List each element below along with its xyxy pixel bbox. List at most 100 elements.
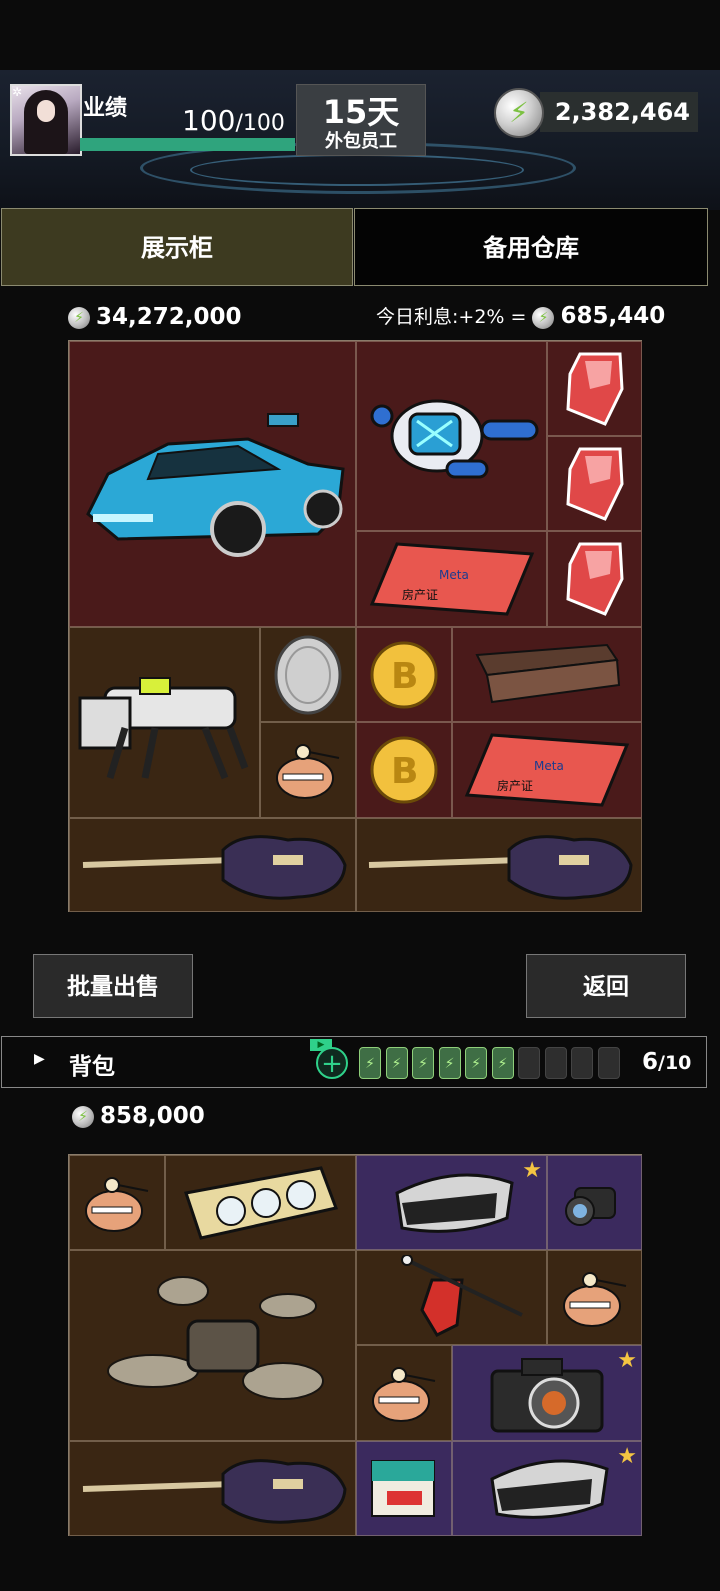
camera-icon	[490, 1357, 604, 1432]
grid-item-bitcoin[interactable]: B	[356, 722, 452, 818]
mascot-icon	[276, 744, 340, 799]
gpu-icon	[183, 1165, 338, 1240]
grid-item-meta-deed[interactable]: Meta 房产证	[452, 722, 642, 818]
drone-icon	[106, 1275, 324, 1400]
grid-item-camera[interactable]: ★	[452, 1345, 642, 1441]
grid-item-mascot[interactable]	[356, 1345, 452, 1441]
battery-filled-icon: ⚡	[385, 1047, 408, 1079]
star-icon: ★	[617, 1348, 637, 1373]
showcase-total-amount: 34,272,000	[96, 304, 242, 330]
performance-label: 业绩	[83, 96, 128, 121]
energy-coin-icon: ⚡	[494, 88, 544, 138]
daily-interest: 今日利息:+2% = ⚡ 685,440	[376, 302, 665, 329]
svg-text:B: B	[391, 656, 418, 697]
crystal-icon	[565, 352, 624, 426]
deed-icon: Meta 房产证	[464, 733, 630, 807]
interest-label: 今日利息:+2% =	[376, 306, 527, 328]
interest-amount: 685,440	[560, 303, 666, 329]
deed-label: 房产证	[402, 587, 438, 602]
crystal-icon	[565, 447, 624, 521]
star-icon: ★	[522, 1158, 542, 1183]
role-label: 外包员工	[325, 131, 397, 152]
back-button[interactable]: 返回	[526, 954, 686, 1018]
scope-icon	[564, 1186, 616, 1226]
vr-icon	[394, 1173, 514, 1233]
bitcoin-icon: B	[370, 736, 438, 804]
grid-item-vr-headset[interactable]: ★	[452, 1441, 642, 1536]
grid-item-gold-bar[interactable]	[452, 627, 642, 722]
mascot-icon	[562, 1271, 626, 1327]
battery-filled-icon: ⚡	[359, 1047, 381, 1079]
showcase-grid: Meta 房产证 B B Meta 房产证	[68, 340, 642, 912]
backpack-capacity: 6/10	[642, 1049, 691, 1075]
grid-item-guitar[interactable]	[356, 818, 642, 912]
battery-filled-icon: ⚡	[412, 1047, 434, 1079]
guitar-icon	[368, 835, 633, 900]
tab-storage[interactable]: 备用仓库	[354, 208, 708, 286]
tool-icon	[400, 1255, 523, 1337]
grid-item-drone[interactable]	[69, 1250, 356, 1441]
energy-coin-icon: ⚡	[68, 306, 90, 329]
grid-item-red-tool[interactable]	[356, 1250, 547, 1345]
guitar-icon	[82, 835, 347, 900]
robot-dog-icon	[78, 676, 248, 779]
tab-showcase[interactable]: 展示柜	[1, 208, 353, 286]
grid-item-meta-deed[interactable]: Meta 房产证	[356, 531, 547, 627]
grid-item-mascot[interactable]	[69, 1155, 165, 1250]
svg-text:B: B	[391, 751, 418, 792]
battery-empty-icon	[518, 1047, 540, 1079]
grid-item-silver-coin[interactable]	[260, 627, 356, 722]
capacity-max: /10	[658, 1052, 692, 1074]
car-icon	[85, 413, 345, 557]
grid-item-mascot[interactable]	[547, 1250, 642, 1345]
grid-item-graphics-card[interactable]	[165, 1155, 356, 1250]
backpack-title: 背包	[69, 1054, 115, 1080]
battery-filled-icon: ⚡	[491, 1047, 514, 1079]
bitcoin-icon: B	[370, 641, 438, 708]
energy-coin-icon: ⚡	[72, 1105, 94, 1128]
battery-filled-icon: ⚡	[465, 1047, 487, 1079]
grid-item-guitar[interactable]	[69, 1441, 356, 1536]
grid-item-red-crystal[interactable]	[547, 341, 642, 436]
battery-filled-icon: ⚡	[438, 1047, 461, 1079]
expand-arrow-icon[interactable]: ▶	[34, 1051, 45, 1067]
performance-value: 100/100	[182, 104, 285, 137]
deed-label: 房产证	[497, 778, 533, 793]
deed-icon: Meta 房产证	[369, 542, 534, 616]
capacity-used: 6	[642, 1049, 659, 1075]
coin-icon	[274, 635, 342, 714]
grid-item-bitcoin[interactable]: B	[356, 627, 452, 722]
grid-item-postcard[interactable]	[356, 1441, 452, 1536]
grid-item-sports-car[interactable]	[69, 341, 356, 627]
currency-display: 2,382,464	[540, 92, 698, 132]
day-panel: 15天 外包员工	[296, 84, 426, 156]
grid-item-vr-headset[interactable]: ★	[356, 1155, 547, 1250]
grid-item-guitar[interactable]	[69, 818, 356, 912]
grid-item-red-crystal[interactable]	[547, 531, 642, 627]
energy-coin-icon: ⚡	[532, 306, 555, 329]
postcard-icon	[370, 1460, 435, 1517]
performance-bar-fill	[80, 138, 295, 151]
mascot-icon	[85, 1176, 149, 1232]
add-capacity-button[interactable]: +	[316, 1047, 348, 1079]
battery-empty-icon	[597, 1047, 620, 1079]
bulk-sell-button[interactable]: 批量出售	[33, 954, 193, 1018]
showcase-total-value: ⚡ 34,272,000	[68, 304, 242, 330]
backpack-grid: ★ ★ ★	[68, 1154, 642, 1536]
backpack-total-value: ⚡ 858,000	[72, 1103, 205, 1129]
guitar-icon	[82, 1458, 347, 1524]
grid-item-red-crystal[interactable]	[547, 436, 642, 531]
gear-icon[interactable]: ✲	[12, 85, 22, 99]
grid-item-robot-dog[interactable]	[69, 627, 260, 818]
performance-current: 100	[182, 104, 236, 137]
crystal-icon	[565, 542, 624, 616]
grid-item-robot-drone[interactable]	[356, 341, 547, 531]
backpack-total-amount: 858,000	[100, 1103, 205, 1129]
bar-icon	[475, 643, 621, 703]
star-icon: ★	[617, 1444, 637, 1469]
grid-item-scope[interactable]	[547, 1155, 642, 1250]
backpack-header[interactable]: ▶ 背包 ▶ + 6/10 ⚡ ⚡ ⚡ ⚡ ⚡ ⚡	[1, 1036, 707, 1088]
grid-item-mascot[interactable]	[260, 722, 356, 818]
battery-empty-icon	[571, 1047, 593, 1079]
mascot-icon	[372, 1367, 436, 1422]
